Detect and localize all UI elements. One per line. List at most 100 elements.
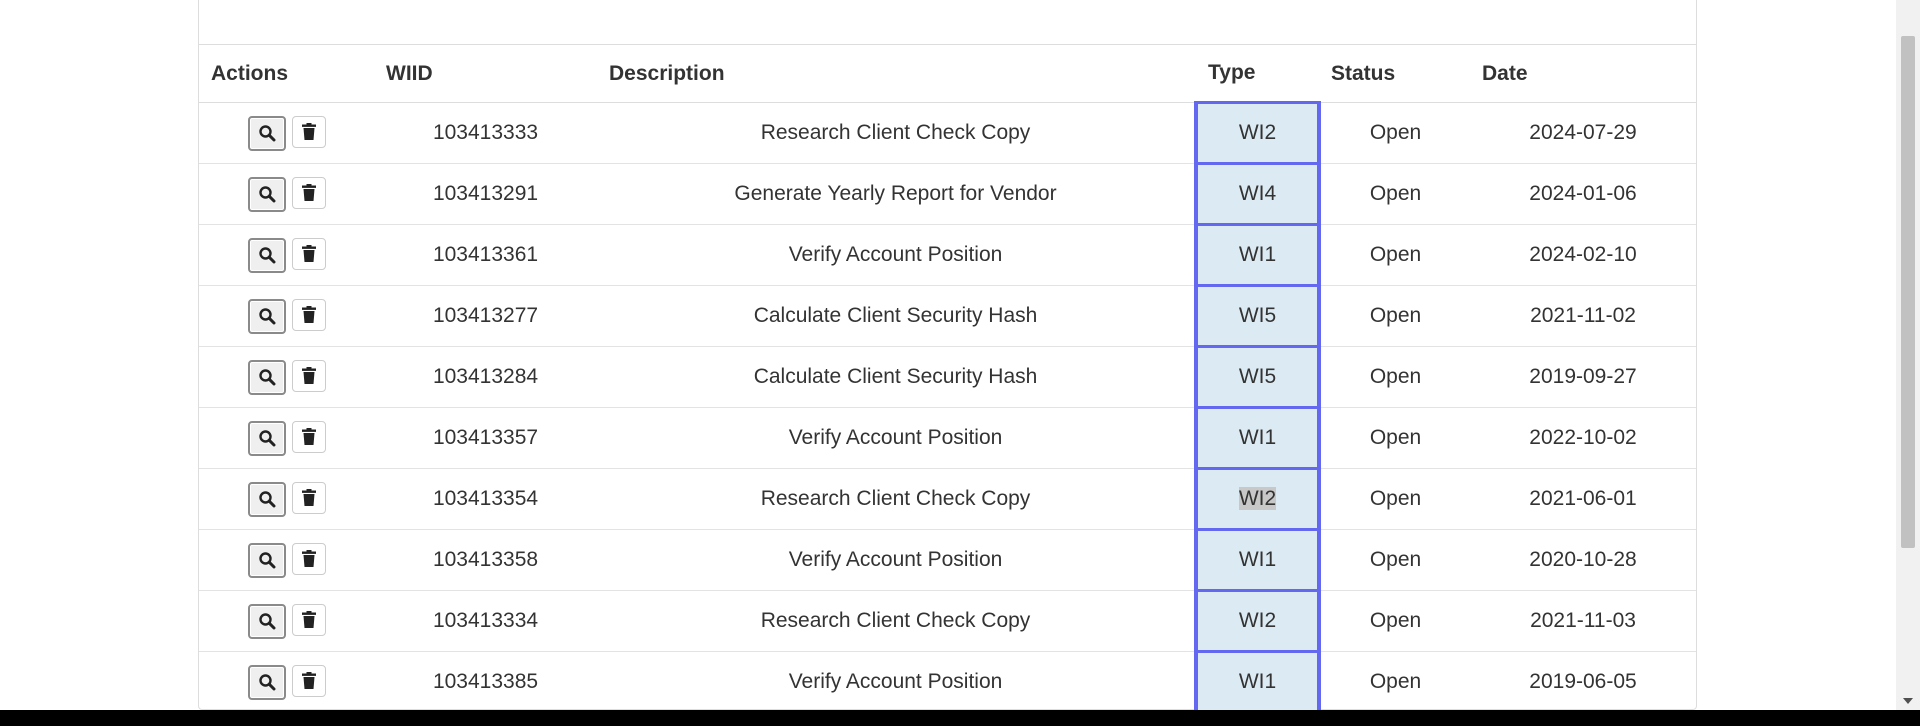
cell-description: Verify Account Position bbox=[597, 651, 1196, 713]
cell-status: Open bbox=[1319, 224, 1470, 286]
cell-wiid: 103413354 bbox=[374, 468, 597, 530]
cell-type: WI2 bbox=[1194, 467, 1321, 531]
cell-description: Calculate Client Security Hash bbox=[597, 346, 1196, 408]
cell-description: Verify Account Position bbox=[597, 529, 1196, 591]
view-button[interactable] bbox=[247, 603, 286, 639]
search-icon bbox=[258, 368, 276, 386]
row-actions bbox=[199, 285, 374, 347]
work-items-table: Actions WIID Description Type Status Dat… bbox=[199, 45, 1696, 714]
row-actions bbox=[199, 529, 374, 591]
cell-status: Open bbox=[1319, 590, 1470, 652]
scroll-down-arrow-icon[interactable] bbox=[1903, 698, 1913, 704]
delete-button[interactable] bbox=[291, 542, 326, 575]
table-row: 103413358 Verify Account Position WI1 Open 2… bbox=[199, 528, 1696, 592]
header-description[interactable]: Description bbox=[597, 45, 1196, 103]
search-icon bbox=[258, 307, 276, 325]
trash-icon bbox=[301, 428, 316, 445]
cell-type: WI2 bbox=[1194, 589, 1321, 653]
cell-wiid: 103413277 bbox=[374, 285, 597, 347]
view-button[interactable] bbox=[247, 237, 286, 273]
search-icon bbox=[258, 490, 276, 508]
cell-type: WI1 bbox=[1194, 650, 1321, 714]
type-value: WI4 bbox=[1238, 182, 1277, 205]
view-button[interactable] bbox=[247, 176, 286, 212]
cell-description: Research Client Check Copy bbox=[597, 590, 1196, 652]
cell-date: 2022-10-02 bbox=[1470, 407, 1696, 469]
cell-wiid: 103413284 bbox=[374, 346, 597, 408]
row-actions bbox=[199, 102, 374, 164]
view-button[interactable] bbox=[247, 115, 286, 151]
view-button[interactable] bbox=[247, 359, 286, 395]
table-row: 103413284 Calculate Client Security Hash W… bbox=[199, 345, 1696, 409]
delete-button[interactable] bbox=[291, 481, 326, 514]
delete-button[interactable] bbox=[291, 115, 326, 148]
cell-wiid: 103413334 bbox=[374, 590, 597, 652]
delete-button[interactable] bbox=[291, 298, 326, 331]
row-actions bbox=[199, 468, 374, 530]
cell-date: 2024-01-06 bbox=[1470, 163, 1696, 225]
row-actions bbox=[199, 163, 374, 225]
cell-type: WI5 bbox=[1194, 345, 1321, 409]
table-row: 103413361 Verify Account Position WI1 Open 2… bbox=[199, 223, 1696, 287]
header-date[interactable]: Date bbox=[1470, 45, 1696, 103]
cell-date: 2021-11-02 bbox=[1470, 285, 1696, 347]
delete-button[interactable] bbox=[291, 176, 326, 209]
header-type[interactable]: Type bbox=[1196, 45, 1319, 103]
cell-status: Open bbox=[1319, 346, 1470, 408]
search-icon bbox=[258, 429, 276, 447]
cell-status: Open bbox=[1319, 102, 1470, 164]
scrollbar-thumb[interactable] bbox=[1901, 36, 1915, 548]
cell-wiid: 103413291 bbox=[374, 163, 597, 225]
cell-date: 2021-06-01 bbox=[1470, 468, 1696, 530]
work-items-panel: Actions WIID Description Type Status Dat… bbox=[198, 0, 1697, 714]
bottom-edge-bar bbox=[0, 710, 1920, 726]
header-wiid[interactable]: WIID bbox=[374, 45, 597, 103]
view-button[interactable] bbox=[247, 664, 286, 700]
cell-type: WI1 bbox=[1194, 406, 1321, 470]
delete-button[interactable] bbox=[291, 237, 326, 270]
vertical-scrollbar[interactable] bbox=[1896, 0, 1920, 710]
cell-type: WI5 bbox=[1194, 284, 1321, 348]
search-icon bbox=[258, 185, 276, 203]
cell-status: Open bbox=[1319, 529, 1470, 591]
view-button[interactable] bbox=[247, 542, 286, 578]
cell-status: Open bbox=[1319, 468, 1470, 530]
delete-button[interactable] bbox=[291, 664, 326, 697]
search-icon bbox=[258, 551, 276, 569]
cell-description: Research Client Check Copy bbox=[597, 468, 1196, 530]
delete-button[interactable] bbox=[291, 359, 326, 392]
trash-icon bbox=[301, 245, 316, 262]
type-value: WI1 bbox=[1238, 670, 1277, 693]
row-actions bbox=[199, 346, 374, 408]
search-icon bbox=[258, 673, 276, 691]
delete-button[interactable] bbox=[291, 603, 326, 636]
cell-wiid: 103413333 bbox=[374, 102, 597, 164]
search-icon bbox=[258, 612, 276, 630]
delete-button[interactable] bbox=[291, 420, 326, 453]
row-actions bbox=[199, 407, 374, 469]
row-actions bbox=[199, 590, 374, 652]
header-status[interactable]: Status bbox=[1319, 45, 1470, 103]
cell-description: Verify Account Position bbox=[597, 224, 1196, 286]
trash-icon bbox=[301, 184, 316, 201]
view-button[interactable] bbox=[247, 481, 286, 517]
trash-icon bbox=[301, 306, 316, 323]
view-button[interactable] bbox=[247, 298, 286, 334]
table-row: 103413291 Generate Yearly Report for Vend… bbox=[199, 162, 1696, 226]
table-row: 103413357 Verify Account Position WI1 Open 2… bbox=[199, 406, 1696, 470]
table-row: 103413354 Research Client Check Copy WI2 Op… bbox=[199, 467, 1696, 531]
trash-icon bbox=[301, 489, 316, 506]
type-value: WI5 bbox=[1238, 365, 1277, 388]
cell-description: Calculate Client Security Hash bbox=[597, 285, 1196, 347]
cell-description: Research Client Check Copy bbox=[597, 102, 1196, 164]
trash-icon bbox=[301, 550, 316, 567]
cell-status: Open bbox=[1319, 651, 1470, 713]
type-value: WI1 bbox=[1238, 243, 1277, 266]
cell-date: 2024-07-29 bbox=[1470, 102, 1696, 164]
view-button[interactable] bbox=[247, 420, 286, 456]
cell-date: 2020-10-28 bbox=[1470, 529, 1696, 591]
cell-type: WI2 bbox=[1194, 101, 1321, 165]
cell-status: Open bbox=[1319, 407, 1470, 469]
type-value: WI1 bbox=[1238, 548, 1277, 571]
cell-date: 2019-09-27 bbox=[1470, 346, 1696, 408]
